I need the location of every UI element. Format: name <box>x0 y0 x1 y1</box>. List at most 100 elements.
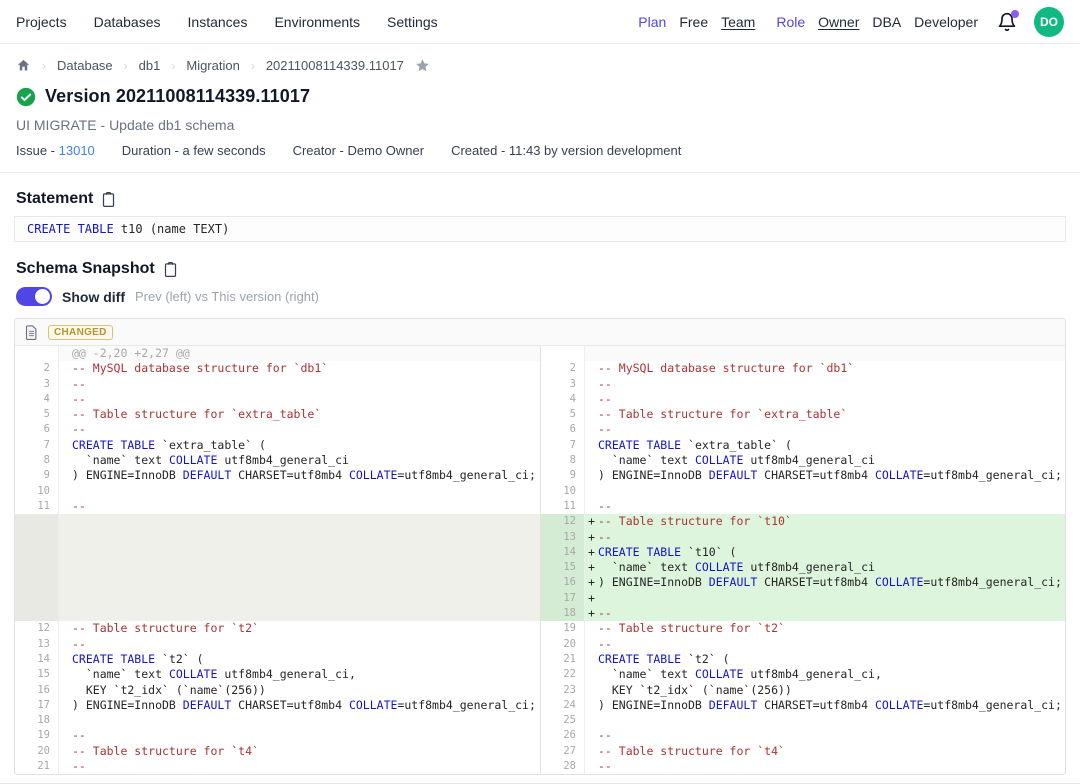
diff-line: 17) ENGINE=InnoDB DEFAULT CHARSET=utf8mb… <box>15 698 540 713</box>
meta-row: Issue - 13010 Duration - a few seconds C… <box>16 143 1064 158</box>
breadcrumb-item-version[interactable]: 20211008114339.11017 <box>266 58 404 73</box>
show-diff-description: Prev (left) vs This version (right) <box>135 289 319 304</box>
diff-line: 21CREATE TABLE `t2` ( <box>541 652 1065 667</box>
diff-line: 7CREATE TABLE `extra_table` ( <box>541 438 1065 453</box>
diff-line: 15 `name` text COLLATE utf8mb4_general_c… <box>15 667 540 682</box>
diff-line: 18+-- <box>541 606 1065 621</box>
toggle-knob <box>35 289 50 304</box>
copy-snapshot-icon[interactable] <box>163 261 178 278</box>
nav-item-environments[interactable]: Environments <box>274 14 360 30</box>
diff-line: 17+ <box>541 591 1065 606</box>
schema-diff-viewer: CHANGED @@ -2,20 +2,27 @@2-- MySQL datab… <box>14 318 1066 775</box>
role-label[interactable]: Role <box>776 14 805 30</box>
diff-line: 2-- MySQL database structure for `db1` <box>541 361 1065 376</box>
plan-label[interactable]: Plan <box>638 14 666 30</box>
diff-line <box>15 606 540 621</box>
role-owner-link[interactable]: Owner <box>818 14 859 30</box>
version-header: Version 20211008114339.11017 <box>16 86 1064 107</box>
diff-line: 22 `name` text COLLATE utf8mb4_general_c… <box>541 667 1065 682</box>
duration-meta: Duration - a few seconds <box>122 143 266 158</box>
nav-item-settings[interactable]: Settings <box>387 14 438 30</box>
section-divider <box>0 172 1080 173</box>
creator-meta: Creator - Demo Owner <box>293 143 424 158</box>
diff-body: @@ -2,20 +2,27 @@2-- MySQL database stru… <box>15 346 1065 774</box>
breadcrumb-item-db1[interactable]: db1 <box>139 58 161 73</box>
show-diff-label: Show diff <box>62 289 125 305</box>
top-navigation: Projects Databases Instances Environment… <box>0 0 1080 44</box>
diff-line: 8 `name` text COLLATE utf8mb4_general_ci <box>15 453 540 468</box>
created-meta: Created - 11:43 by version development <box>451 143 681 158</box>
chevron-right-icon: › <box>124 59 128 73</box>
nav-right-cluster: Plan Free Team Role Owner DBA Developer … <box>638 7 1064 37</box>
chevron-right-icon: › <box>42 59 46 73</box>
diff-line: 24) ENGINE=InnoDB DEFAULT CHARSET=utf8mb… <box>541 698 1065 713</box>
diff-line: 9) ENGINE=InnoDB DEFAULT CHARSET=utf8mb4… <box>541 468 1065 483</box>
plan-team-link[interactable]: Team <box>721 14 755 30</box>
diff-line: 8 `name` text COLLATE utf8mb4_general_ci <box>541 453 1065 468</box>
diff-line <box>15 514 540 529</box>
diff-line: 7CREATE TABLE `extra_table` ( <box>15 438 540 453</box>
diff-line: 12-- Table structure for `t2` <box>15 621 540 636</box>
show-diff-toggle[interactable] <box>16 287 52 306</box>
diff-line: 2-- MySQL database structure for `db1` <box>15 361 540 376</box>
diff-line: 9) ENGINE=InnoDB DEFAULT CHARSET=utf8mb4… <box>15 468 540 483</box>
diff-line: 20-- <box>541 637 1065 652</box>
diff-line <box>541 346 1065 361</box>
snapshot-heading: Schema Snapshot <box>16 260 155 278</box>
snapshot-section-heading: Schema Snapshot <box>16 260 1064 278</box>
diff-line: 5-- Table structure for `extra_table` <box>15 407 540 422</box>
diff-line: 19-- Table structure for `t2` <box>541 621 1065 636</box>
diff-line: 10 <box>15 484 540 499</box>
sql-keyword: CREATE TABLE <box>27 222 114 236</box>
issue-label: Issue - <box>16 143 55 158</box>
diff-line: 28-- <box>541 759 1065 774</box>
diff-line: 14CREATE TABLE `t2` ( <box>15 652 540 667</box>
migration-subtitle: UI MIGRATE - Update db1 schema <box>16 117 1064 133</box>
breadcrumb-item-database[interactable]: Database <box>57 58 113 73</box>
diff-line: 18 <box>15 713 540 728</box>
diff-line: @@ -2,20 +2,27 @@ <box>15 346 540 361</box>
diff-header: CHANGED <box>15 319 1065 346</box>
chevron-right-icon: › <box>171 59 175 73</box>
sql-rest: t10 (name TEXT) <box>114 222 230 236</box>
issue-meta: Issue - 13010 <box>16 143 95 158</box>
diff-pane-right: 2-- MySQL database structure for `db1`3-… <box>540 346 1065 774</box>
plan-free: Free <box>679 14 708 30</box>
diff-line: 3-- <box>541 377 1065 392</box>
diff-line: 12+-- Table structure for `t10` <box>541 514 1065 529</box>
notification-dot <box>1011 10 1019 18</box>
diff-line <box>15 545 540 560</box>
page-title: Version 20211008114339.11017 <box>45 86 310 107</box>
nav-item-instances[interactable]: Instances <box>188 14 248 30</box>
diff-line <box>15 530 540 545</box>
diff-line: 6-- <box>541 422 1065 437</box>
diff-line: 11-- <box>541 499 1065 514</box>
nav-item-databases[interactable]: Databases <box>94 14 161 30</box>
diff-line: 4-- <box>15 392 540 407</box>
breadcrumb-item-migration[interactable]: Migration <box>186 58 239 73</box>
breadcrumb: › Database › db1 › Migration › 202110081… <box>16 58 1064 73</box>
success-check-icon <box>16 87 36 107</box>
star-icon[interactable] <box>415 58 430 73</box>
role-developer: Developer <box>914 14 978 30</box>
diff-line: 20-- Table structure for `t4` <box>15 744 540 759</box>
diff-line: 16+) ENGINE=InnoDB DEFAULT CHARSET=utf8m… <box>541 575 1065 590</box>
diff-line: 26-- <box>541 728 1065 743</box>
show-diff-row: Show diff Prev (left) vs This version (r… <box>16 287 1064 306</box>
diff-line: 10 <box>541 484 1065 499</box>
avatar[interactable]: DO <box>1034 7 1064 37</box>
diff-line: 23 KEY `t2_idx` (`name`(256)) <box>541 683 1065 698</box>
nav-item-projects[interactable]: Projects <box>16 14 67 30</box>
diff-line: 11-- <box>15 499 540 514</box>
diff-line: 13-- <box>15 637 540 652</box>
issue-link[interactable]: 13010 <box>59 143 95 158</box>
statement-sql: CREATE TABLE t10 (name TEXT) <box>14 216 1066 242</box>
diff-line <box>15 575 540 590</box>
home-icon[interactable] <box>16 58 31 73</box>
diff-line <box>15 591 540 606</box>
diff-line: 3-- <box>15 377 540 392</box>
file-icon <box>25 325 38 340</box>
notification-bell-icon[interactable] <box>997 12 1017 32</box>
copy-statement-icon[interactable] <box>101 191 116 208</box>
main-nav: Projects Databases Instances Environment… <box>16 14 438 30</box>
